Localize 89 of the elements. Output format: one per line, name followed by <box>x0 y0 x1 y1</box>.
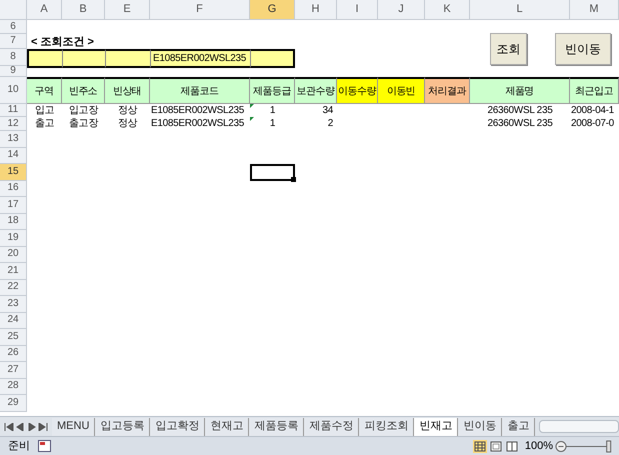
row-header[interactable]: 8 <box>0 49 27 66</box>
sheet-tab[interactable]: 제품등록 <box>249 418 304 436</box>
row-header[interactable]: 11 <box>0 104 27 117</box>
column-header[interactable]: G <box>250 0 295 20</box>
row-header[interactable]: 17 <box>0 197 27 214</box>
column-header[interactable]: I <box>337 0 378 20</box>
horizontal-scrollbar[interactable] <box>539 420 619 433</box>
selected-cell[interactable] <box>250 164 295 180</box>
query-field[interactable] <box>250 49 295 68</box>
normal-view-icon[interactable] <box>472 440 487 452</box>
sheet-tab[interactable]: 빈이동 <box>458 418 502 436</box>
row-header[interactable]: 23 <box>0 296 27 312</box>
table-cell: 1 <box>270 106 276 116</box>
table-cell: 입고장 <box>68 106 98 116</box>
page-break-icon[interactable] <box>504 440 519 452</box>
column-header[interactable]: A <box>27 0 62 20</box>
sheet-tab[interactable]: 입고등록 <box>95 418 150 436</box>
table-cell: 2008-04-1 <box>571 106 614 116</box>
sheet-tab[interactable]: 피킹조회 <box>359 418 414 436</box>
column-heading: 제품명 <box>470 77 570 104</box>
table-cell: 1 <box>270 119 276 129</box>
sheet-tab[interactable]: MENU <box>52 418 96 436</box>
row-header[interactable]: 20 <box>0 246 27 263</box>
product-code-field[interactable]: E1085ER002WSL235 <box>150 49 250 68</box>
row-header[interactable]: 12 <box>0 117 27 131</box>
sheet-tab[interactable]: 빈재고 <box>414 418 458 436</box>
column-heading: 처리결과 <box>425 77 470 104</box>
table-cell: 입고 <box>34 106 54 116</box>
table-cell: 2 <box>328 119 333 129</box>
column-heading: 최근입고 <box>570 77 619 104</box>
sheet-button[interactable]: 조회 <box>490 33 527 65</box>
table-cell: E1085ER002WSL235 <box>151 119 244 129</box>
page-layout-icon[interactable] <box>488 440 503 452</box>
row-header[interactable]: 21 <box>0 263 27 280</box>
row-header[interactable]: 18 <box>0 214 27 230</box>
sheet-tab[interactable]: 현재고 <box>205 418 250 436</box>
sheet-button[interactable]: 빈이동 <box>555 33 611 65</box>
row-header[interactable]: 26 <box>0 346 27 362</box>
table-cell: 26360WSL 235 <box>488 106 552 116</box>
column-heading: 구역 <box>27 77 62 104</box>
row-header[interactable]: 28 <box>0 378 27 395</box>
column-header[interactable]: E <box>105 0 150 20</box>
table-cell: 2008-07-0 <box>571 119 614 129</box>
query-field[interactable] <box>62 49 105 68</box>
table-cell: E1085ER002WSL235 <box>151 106 244 116</box>
table-cell: 출고 <box>34 119 54 129</box>
query-field[interactable] <box>27 49 62 68</box>
column-header[interactable]: F <box>150 0 250 20</box>
row-header[interactable]: 27 <box>0 362 27 378</box>
macro-record-icon[interactable] <box>38 440 51 452</box>
sheet-tab[interactable]: 입고확정 <box>150 418 206 436</box>
column-heading: 이동수량 <box>337 77 378 104</box>
row-header[interactable]: 24 <box>0 312 27 329</box>
column-heading: 제품등급 <box>250 77 295 104</box>
table-cell: 26360WSL 235 <box>488 119 552 129</box>
section-title: < 조회조건 > <box>30 35 95 50</box>
column-header[interactable]: H <box>295 0 337 20</box>
column-header[interactable]: M <box>570 0 619 20</box>
row-header[interactable]: 25 <box>0 329 27 346</box>
row-header[interactable]: 29 <box>0 395 27 412</box>
row-header[interactable]: 14 <box>0 148 27 164</box>
column-heading: 보관수량 <box>295 77 337 104</box>
sheet-tab[interactable]: 출고 <box>502 418 536 436</box>
column-heading: 제품코드 <box>150 77 250 104</box>
status-text: 준비 <box>8 438 30 454</box>
column-heading: 빈주소 <box>62 77 105 104</box>
table-cell: 출고장 <box>68 119 98 129</box>
row-header[interactable]: 13 <box>0 131 27 148</box>
zoom-level[interactable]: 100% <box>524 438 553 454</box>
table-cell: 정상 <box>118 106 138 116</box>
column-header[interactable]: J <box>378 0 425 20</box>
row-header[interactable]: 19 <box>0 230 27 246</box>
column-header[interactable]: L <box>470 0 570 20</box>
column-header[interactable]: B <box>62 0 105 20</box>
row-header[interactable]: 10 <box>0 77 27 104</box>
table-cell: 34 <box>322 106 333 116</box>
row-header[interactable]: 15 <box>0 164 27 180</box>
sheet-tab[interactable]: 제품수정 <box>304 418 360 436</box>
column-header[interactable]: K <box>425 0 470 20</box>
row-header[interactable]: 22 <box>0 280 27 296</box>
row-header[interactable]: 6 <box>0 20 27 34</box>
query-field[interactable] <box>105 49 150 68</box>
row-header[interactable]: 7 <box>0 34 27 49</box>
table-cell: 정상 <box>118 119 138 129</box>
tab-navigation-icon[interactable] <box>4 422 48 430</box>
row-header[interactable]: 9 <box>0 66 27 77</box>
column-heading: 빈상태 <box>105 77 150 104</box>
row-header[interactable]: 16 <box>0 180 27 197</box>
column-heading: 이동빈 <box>378 77 425 104</box>
